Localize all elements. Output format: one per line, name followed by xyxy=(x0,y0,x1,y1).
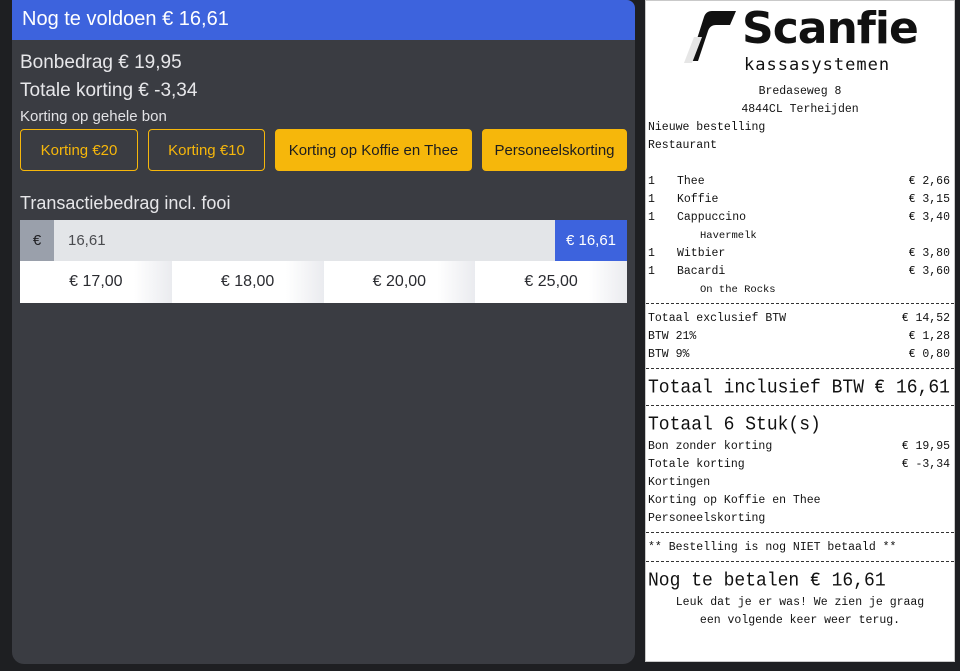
order-location: Restaurant xyxy=(648,139,718,152)
item-count: Totaal 6 Stuk(s) xyxy=(648,414,821,436)
payment-panel: Nog te voldoen € 16,61 Bonbedrag € 19,95… xyxy=(12,0,635,664)
preset-18-button[interactable]: € 18,00 xyxy=(171,261,324,303)
korting-item: Korting op Koffie en Thee xyxy=(648,494,821,507)
divider xyxy=(646,368,954,369)
totale-korting: Totale korting € -3,34 xyxy=(20,80,198,101)
address-line-1: Bredaseweg 8 xyxy=(758,85,842,98)
receipt-item: 1 Bacardi € 3,60 xyxy=(648,265,950,278)
payment-status: ** Bestelling is nog NIET betaald ** xyxy=(648,541,897,554)
discount-10-button[interactable]: Korting €10 xyxy=(148,129,265,171)
transaction-label: Transactiebedrag incl. fooi xyxy=(20,193,231,213)
discount-coffee-tea-button[interactable]: Korting op Koffie en Thee xyxy=(275,129,472,171)
discount-buttons: Korting €20 Korting €10 Korting op Koffi… xyxy=(12,129,635,171)
footer-line-2: een volgende keer weer terug. xyxy=(699,614,901,627)
korting-label: Korting op gehele bon xyxy=(20,108,167,125)
order-type: Nieuwe bestelling xyxy=(648,121,766,134)
divider xyxy=(646,561,954,562)
btw-9: BTW 9% € 0,80 xyxy=(648,348,950,361)
item-modifier: Havermelk xyxy=(700,230,757,242)
preset-25-button[interactable]: € 25,00 xyxy=(475,261,627,303)
scanfie-logo: Scanfie kassasystemen xyxy=(646,1,954,83)
preset-20-button[interactable]: € 20,00 xyxy=(323,261,476,303)
total-incl: Totaal inclusief BTW € 16,61 xyxy=(648,377,950,399)
divider xyxy=(646,405,954,406)
receipt-item: 1 Thee € 2,66 xyxy=(648,175,950,188)
logo-wordmark: Scanfie xyxy=(742,3,919,54)
transaction-input-group: € 16,61 € 16,61 xyxy=(20,220,627,261)
item-modifier: On the Rocks xyxy=(700,284,776,296)
summary: Bonbedrag € 19,95 Totale korting € -3,34… xyxy=(12,40,635,125)
receipt-item: 1 Cappuccino € 3,40 xyxy=(648,211,950,224)
footer-line-1: Leuk dat je er was! We zien je graag xyxy=(675,596,925,609)
receipt-total-korting: Totale korting € -3,34 xyxy=(648,458,950,471)
preset-17-button[interactable]: € 17,00 xyxy=(20,261,172,303)
receipt-item: 1 Witbier € 3,80 xyxy=(648,247,950,260)
logo-subtitle: kassasystemen xyxy=(744,55,891,75)
divider xyxy=(646,532,954,533)
transaction-amount-input[interactable]: 16,61 xyxy=(54,220,555,261)
discount-20-button[interactable]: Korting €20 xyxy=(20,129,138,171)
total-excl: Totaal exclusief BTW € 14,52 xyxy=(648,312,950,325)
to-pay: Nog te betalen € 16,61 xyxy=(648,570,886,592)
bon-zonder-korting: Bon zonder korting € 19,95 xyxy=(648,440,950,453)
address-line-2: 4844CL Terheijden xyxy=(741,103,859,116)
korting-item: Personeelskorting xyxy=(648,512,766,525)
bonbedrag: Bonbedrag € 19,95 xyxy=(20,52,182,73)
kortingen-label: Kortingen xyxy=(648,476,711,489)
scanfie-logo-icon xyxy=(684,11,736,63)
btw-21: BTW 21% € 1,28 xyxy=(648,330,950,343)
receipt-item: 1 Koffie € 3,15 xyxy=(648,193,950,206)
receipt: Scanfie kassasystemen Bredaseweg 8 4844C… xyxy=(645,0,955,662)
staff-discount-button[interactable]: Personeelskorting xyxy=(482,129,627,171)
divider xyxy=(646,303,954,304)
amount-due-header: Nog te voldoen € 16,61 xyxy=(12,0,635,40)
preset-amounts: € 17,00 € 18,00 € 20,00 € 25,00 xyxy=(20,261,627,303)
currency-prefix: € xyxy=(20,220,54,261)
confirm-amount-button[interactable]: € 16,61 xyxy=(555,220,627,261)
